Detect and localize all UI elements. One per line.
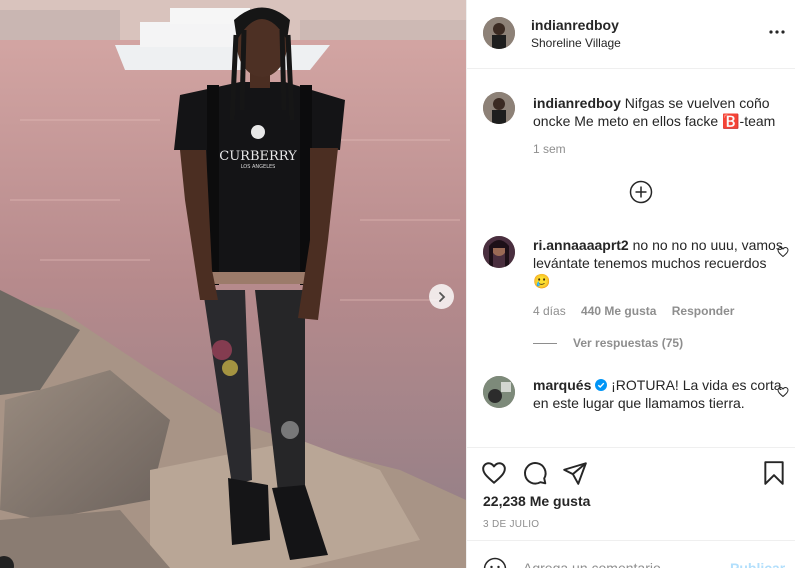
author-avatar[interactable] — [483, 17, 515, 49]
comment-username[interactable]: marqués — [533, 377, 591, 393]
publish-button[interactable]: Publicar — [730, 560, 785, 568]
post-location[interactable]: Shoreline Village — [531, 36, 621, 50]
comment-time[interactable]: 4 días — [533, 304, 566, 318]
verified-badge-icon — [595, 379, 608, 391]
reply-button[interactable]: Responder — [672, 304, 735, 318]
caption-time[interactable]: 1 sem — [533, 142, 566, 156]
comment-likes[interactable]: 440 Me gusta — [581, 304, 656, 318]
shirt-city-text: LOS ANGELES — [241, 164, 276, 170]
caption-username[interactable]: indianredboy — [533, 95, 621, 111]
likes-count[interactable]: 22,238 Me gusta — [483, 493, 590, 509]
share-icon[interactable] — [562, 460, 588, 486]
avatar-image — [483, 376, 515, 408]
post-photo: CURBERRY LOS ANGELES — [0, 0, 466, 568]
comment-icon[interactable] — [522, 460, 548, 486]
comment-username[interactable]: ri.annaaaaprt2 — [533, 237, 629, 253]
more-options-button[interactable] — [767, 22, 787, 42]
comment-meta: 4 días 440 Me gusta Responder — [533, 304, 746, 318]
add-comment-bar: Publicar — [467, 540, 795, 568]
chevron-right-icon — [438, 291, 445, 302]
comment-text: ri.annaaaaprt2 no no no no uuu, vamos le… — [533, 236, 783, 290]
comment-input[interactable] — [523, 557, 713, 568]
heart-icon[interactable] — [481, 460, 507, 486]
load-more-comments-icon[interactable] — [629, 180, 653, 204]
comments-list: indianredboy Nifgas se vuelven coño onck… — [467, 70, 795, 447]
commenter-avatar[interactable] — [483, 376, 515, 408]
bookmark-icon[interactable] — [761, 460, 787, 486]
comment-text: marqués ¡ROTURA! La vida es corta en est… — [533, 376, 783, 412]
avatar-image — [483, 92, 515, 124]
commenter-avatar[interactable] — [483, 236, 515, 268]
smiley-icon[interactable] — [483, 557, 507, 568]
post-details-panel: indianredboy Shoreline Village indianred… — [466, 0, 795, 568]
heart-icon[interactable] — [777, 246, 789, 258]
heart-icon[interactable] — [777, 386, 789, 398]
next-photo-button[interactable] — [429, 284, 454, 309]
author-username[interactable]: indianredboy — [531, 17, 619, 33]
caption-avatar[interactable] — [483, 92, 515, 124]
view-replies-label: Ver respuestas (75) — [573, 336, 684, 350]
avatar-image — [483, 236, 515, 268]
post-date[interactable]: 3 DE JULIO — [483, 519, 539, 530]
photo-scene: CURBERRY LOS ANGELES — [0, 0, 466, 568]
post-header: indianredboy Shoreline Village — [467, 0, 795, 69]
view-replies-button[interactable]: Ver respuestas (75) — [533, 336, 683, 350]
replies-divider — [533, 342, 557, 344]
caption-text: indianredboy Nifgas se vuelven coño onck… — [533, 94, 783, 130]
avatar-image — [483, 17, 515, 49]
post-actions: 22,238 Me gusta 3 DE JULIO — [467, 447, 795, 539]
shirt-brand-text: CURBERRY — [219, 149, 297, 164]
more-options-icon — [769, 30, 785, 34]
